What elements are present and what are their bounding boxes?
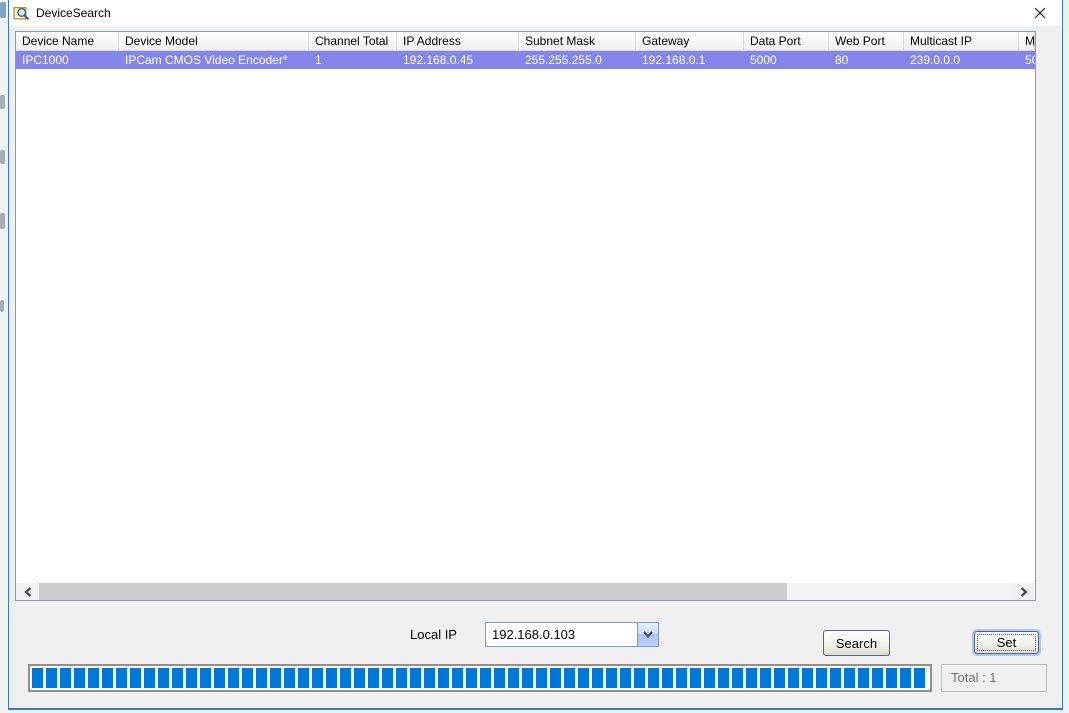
background-window-fragment <box>0 213 5 229</box>
device-list: Device Name Device Model Channel Total I… <box>15 31 1036 601</box>
window-title: DeviceSearch <box>36 6 111 20</box>
cell-gateway: 192.168.0.1 <box>642 53 706 67</box>
column-header-web-port[interactable]: Web Port <box>829 32 904 50</box>
chevron-down-icon <box>643 631 653 638</box>
cell-device-name: IPC1000 <box>22 53 69 67</box>
background-window-fragment <box>0 300 4 312</box>
close-button[interactable] <box>1017 0 1062 26</box>
close-icon <box>1034 7 1045 19</box>
list-header-row: Device Name Device Model Channel Total I… <box>16 32 1035 51</box>
combo-dropdown-button[interactable] <box>637 623 658 646</box>
desktop-background: DeviceSearch Device Name Device Model Ch… <box>0 0 1069 713</box>
chevron-left-icon <box>23 586 31 597</box>
chevron-right-icon <box>1020 586 1028 597</box>
column-header-multicast-ip[interactable]: Multicast IP <box>904 32 1019 50</box>
column-header-device-name[interactable]: Device Name <box>16 32 119 50</box>
local-ip-value: 192.168.0.103 <box>492 627 576 642</box>
device-row-selected[interactable]: IPC1000 IPCam CMOS Video Encoder* 1 192.… <box>16 51 1035 69</box>
title-bar: DeviceSearch <box>9 0 1062 26</box>
cell-device-model: IPCam CMOS Video Encoder* <box>125 53 288 67</box>
cell-multicast-ip: 239.0.0.0 <box>910 53 961 67</box>
scrollbar-thumb[interactable] <box>39 583 787 600</box>
search-button[interactable]: Search <box>823 630 890 656</box>
column-header-ip-address[interactable]: IP Address <box>397 32 519 50</box>
scroll-right-button[interactable] <box>1012 583 1035 600</box>
column-header-gateway[interactable]: Gateway <box>636 32 744 50</box>
background-window-fragment <box>0 150 5 164</box>
cell-multicast-port-truncated: 500 <box>1025 53 1035 67</box>
column-header-subnet-mask[interactable]: Subnet Mask <box>519 32 636 50</box>
cell-subnet-mask: 255.255.255.0 <box>525 53 602 67</box>
background-window-fragment <box>0 95 5 109</box>
device-search-dialog: DeviceSearch Device Name Device Model Ch… <box>8 0 1063 710</box>
column-header-data-port[interactable]: Data Port <box>744 32 829 50</box>
column-header-device-model[interactable]: Device Model <box>119 32 309 50</box>
horizontal-scrollbar <box>16 583 1035 600</box>
set-button[interactable]: Set <box>974 631 1039 654</box>
background-window-fragment <box>0 2 6 18</box>
column-header-multicast-port-truncated[interactable]: Mu <box>1019 32 1035 50</box>
app-icon <box>13 6 29 20</box>
scroll-left-button[interactable] <box>16 583 39 600</box>
search-progress-bar <box>28 664 932 692</box>
total-count-box: Total : 1 <box>941 664 1047 692</box>
progress-segments <box>32 668 928 688</box>
cell-ip-address: 192.168.0.45 <box>403 53 474 67</box>
local-ip-combobox[interactable]: 192.168.0.103 <box>485 622 659 647</box>
scrollbar-track[interactable] <box>787 583 1012 600</box>
column-header-channel-total[interactable]: Channel Total <box>309 32 397 50</box>
cell-data-port: 5000 <box>750 53 777 67</box>
local-ip-label: Local IP <box>410 627 457 642</box>
cell-web-port: 80 <box>835 53 849 67</box>
cell-channel-total: 1 <box>315 53 322 67</box>
